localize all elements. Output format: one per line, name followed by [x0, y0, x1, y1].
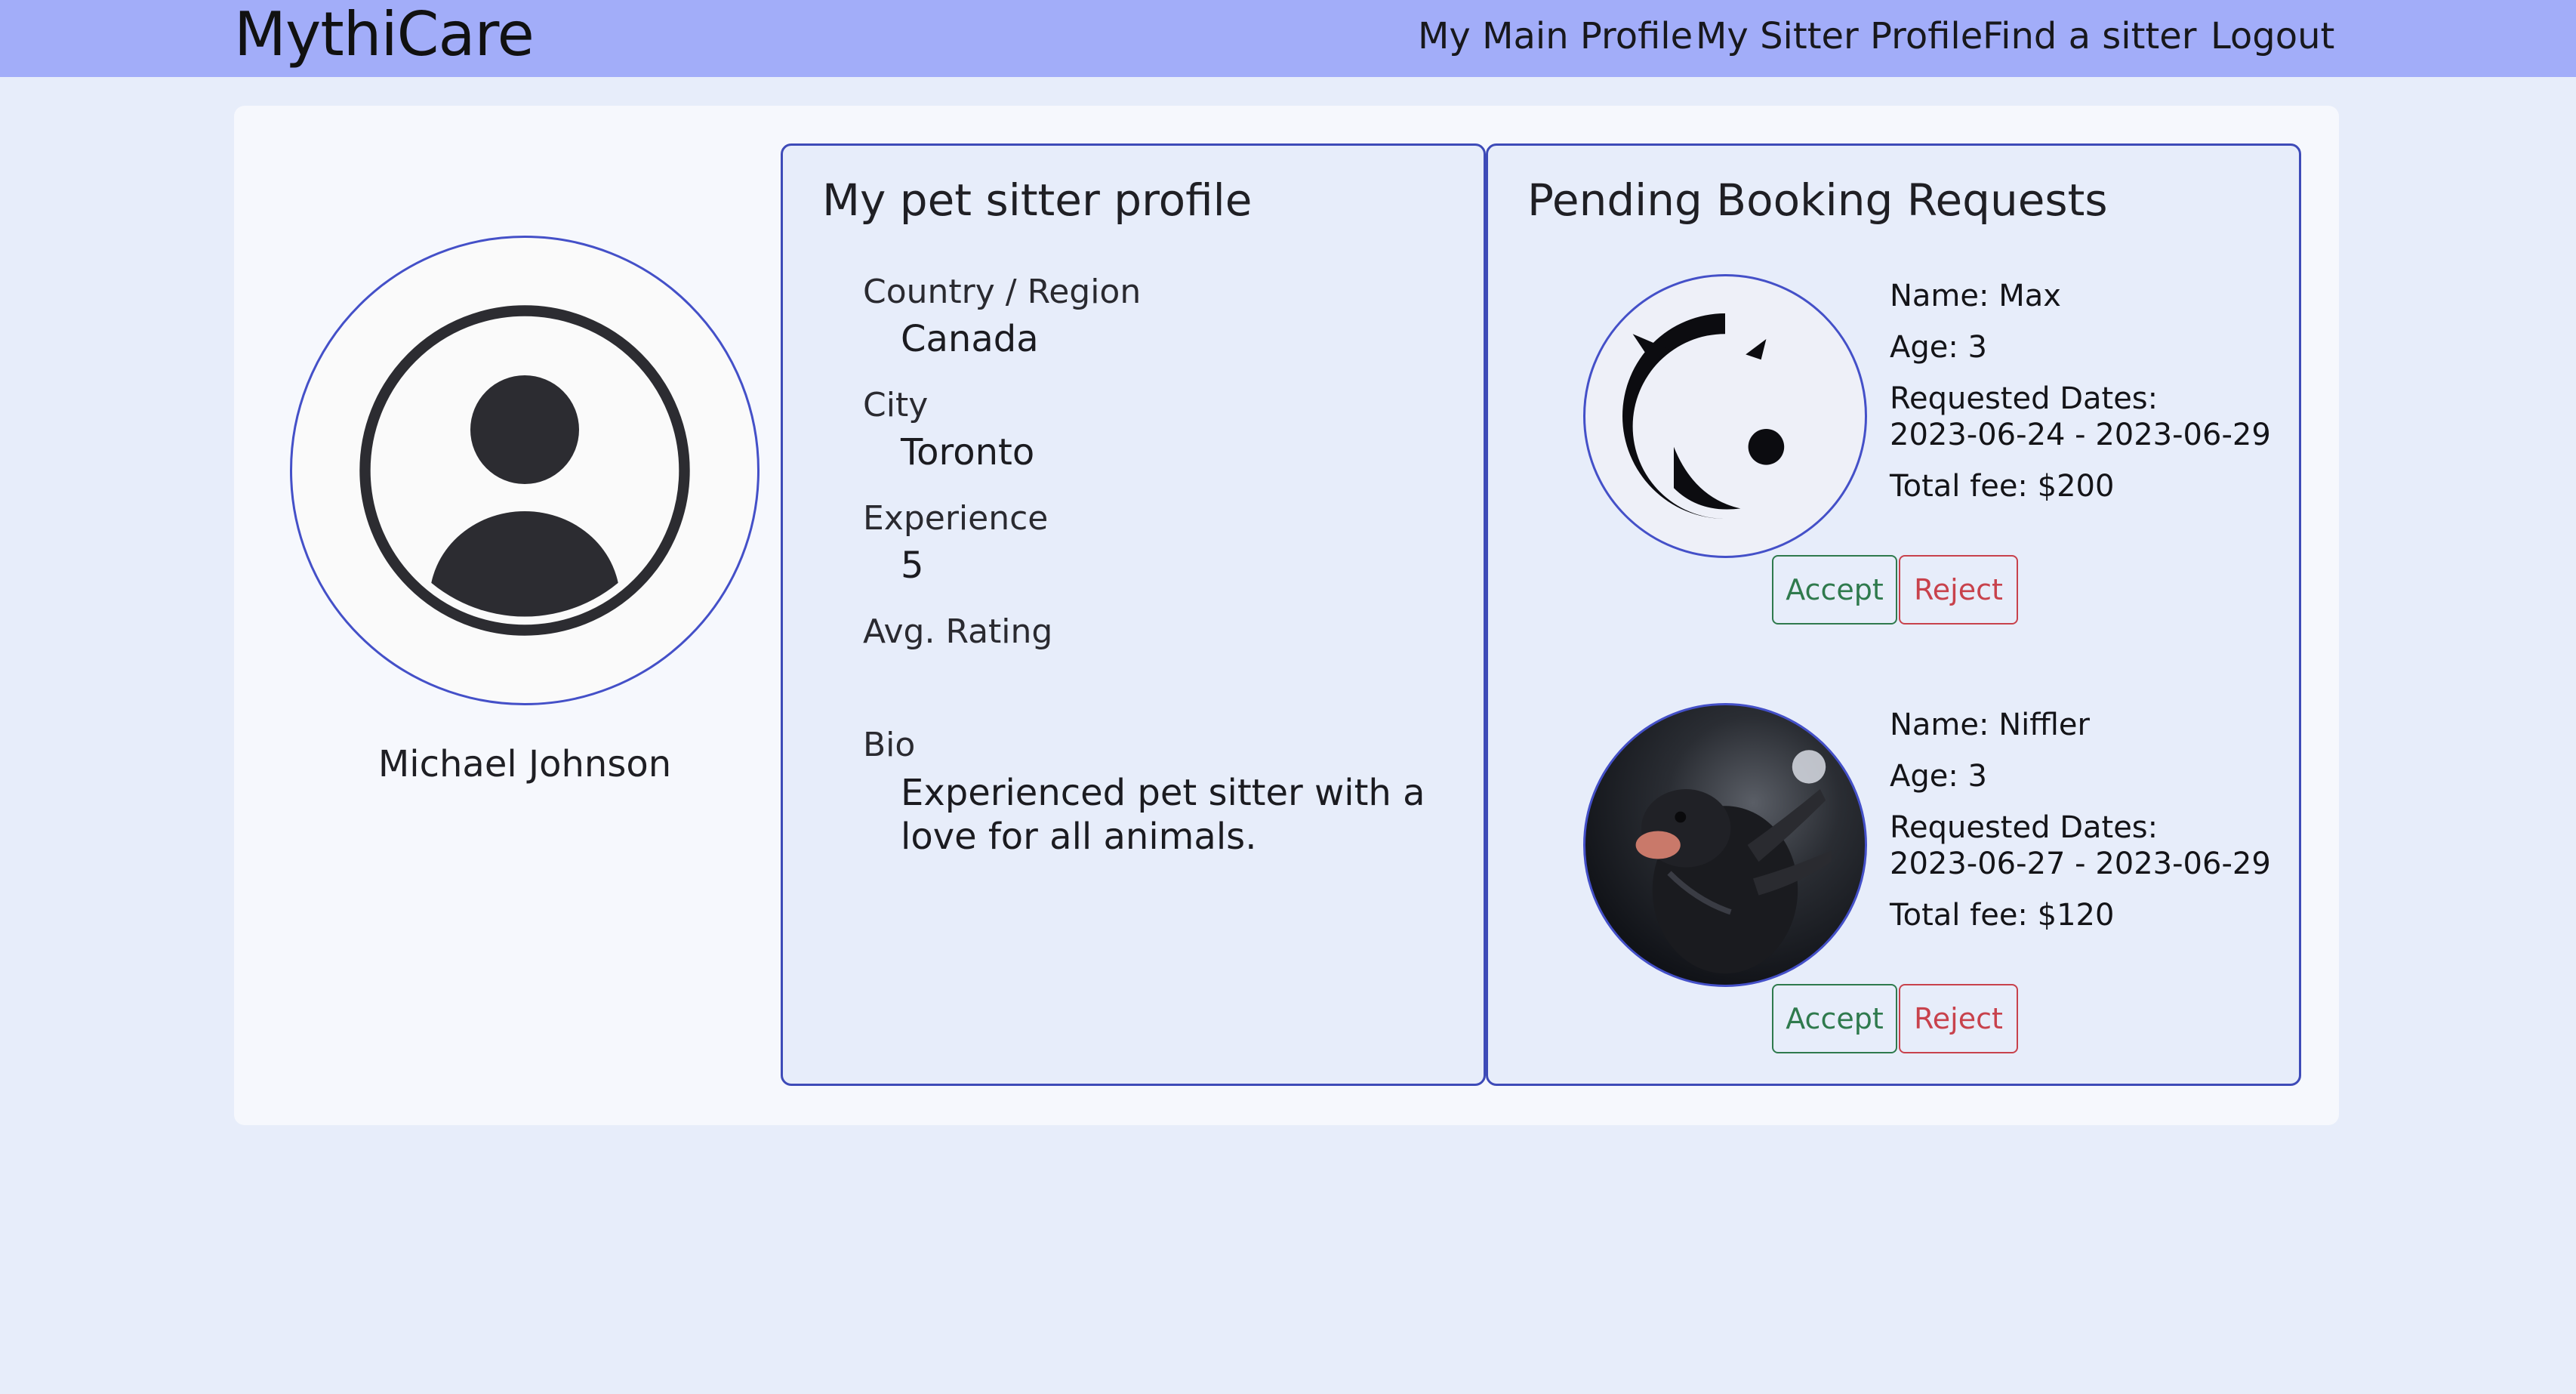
country-value: Canada [901, 318, 1039, 360]
booking-requests-panel: Pending Booking Requests Name: Max Age: … [1486, 143, 2301, 1086]
total-fee: Total fee: $200 [1890, 469, 2115, 504]
pet-name: Name: Max [1890, 279, 2061, 313]
niffler-photo [1635, 730, 1840, 974]
nav-my-sitter-profile[interactable]: My Sitter Profile [1696, 0, 1983, 72]
avatar [290, 236, 760, 705]
user-name: Michael Johnson [377, 743, 672, 785]
accept-button[interactable]: Accept [1772, 555, 1897, 625]
booking-requests-title: Pending Booking Requests [1527, 174, 2108, 226]
requested-dates-label: Requested Dates: [1890, 810, 2158, 845]
pet-name: Name: Niffler [1890, 708, 2090, 742]
experience-label: Experience [863, 499, 1049, 538]
user-avatar-icon [359, 305, 690, 636]
requested-dates: 2023-06-24 - 2023-06-29 [1890, 418, 2271, 452]
country-label: Country / Region [863, 273, 1142, 311]
nav-logout[interactable]: Logout [2211, 0, 2334, 72]
pet-photo [1583, 703, 1867, 987]
bio-value: Experienced pet sitter with a love for a… [901, 772, 1425, 858]
sitter-profile-title: My pet sitter profile [822, 174, 1253, 226]
city-label: City [863, 386, 929, 424]
accept-button[interactable]: Accept [1772, 984, 1897, 1053]
reject-button[interactable]: Reject [1899, 984, 2018, 1053]
total-fee: Total fee: $120 [1890, 898, 2115, 933]
nav-my-main-profile[interactable]: My Main Profile [1418, 0, 1693, 72]
pet-age: Age: 3 [1890, 330, 1988, 365]
navbar: MythiCare My Main Profile My Sitter Prof… [0, 0, 2576, 77]
sitter-profile-panel: My pet sitter profile Country / Region C… [781, 143, 1486, 1086]
nav-find-a-sitter[interactable]: Find a sitter [1983, 0, 2197, 72]
dragon-emblem-icon [1622, 313, 1828, 519]
brand-logo[interactable]: MythiCare [234, 0, 535, 69]
experience-value: 5 [901, 544, 924, 587]
requested-dates: 2023-06-27 - 2023-06-29 [1890, 847, 2271, 881]
pet-photo [1583, 274, 1867, 558]
pet-age: Age: 3 [1890, 759, 1988, 794]
reject-button[interactable]: Reject [1899, 555, 2018, 625]
rating-label: Avg. Rating [863, 612, 1053, 651]
bio-label: Bio [863, 726, 916, 764]
city-value: Toronto [901, 431, 1035, 473]
requested-dates-label: Requested Dates: [1890, 381, 2158, 416]
